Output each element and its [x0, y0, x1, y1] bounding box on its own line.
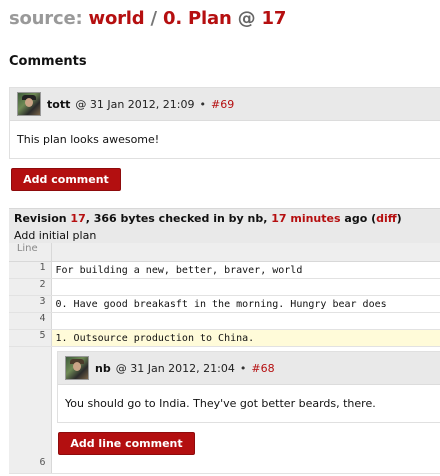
revision-bytes: , 366 bytes checked in by nb, — [85, 212, 268, 225]
revision-at: @ — [237, 8, 256, 29]
comments-heading: Comments — [9, 54, 87, 69]
page-title: source: world / 0. Plan @ 17 — [9, 8, 286, 29]
revision-info: Revision 17, 366 bytes checked in by nb,… — [9, 208, 440, 243]
bullet-separator: • — [239, 361, 247, 375]
code-header-row: Line — [9, 243, 440, 262]
line-number[interactable]: 4 — [9, 312, 52, 330]
file-link[interactable]: 0. Plan — [163, 8, 232, 29]
diff-link[interactable]: diff — [376, 212, 397, 225]
path-separator: / — [150, 8, 158, 29]
code-line: 4 — [9, 312, 440, 330]
avatar — [65, 356, 89, 380]
comment-author[interactable]: tott — [47, 98, 70, 111]
line-number[interactable]: 6 — [9, 456, 52, 474]
code-line: 2 — [9, 278, 440, 296]
comment-header: nb @ 31 Jan 2012, 21:04 • #68 — [58, 352, 440, 385]
revision-prefix: Revision — [14, 212, 67, 225]
code-text — [51, 456, 440, 474]
revision-age-suffix: ago ( — [344, 212, 377, 225]
source-label: source: — [9, 8, 83, 29]
comment-date: @ 31 Jan 2012, 21:09 — [75, 97, 195, 111]
code-text: 0. Have good breakasft in the morning. H… — [51, 295, 440, 313]
code-line: 6 — [9, 456, 440, 474]
comment-author[interactable]: nb — [95, 362, 111, 375]
comment-date: @ 31 Jan 2012, 21:04 — [115, 361, 235, 375]
revision-number-link[interactable]: 17 — [70, 212, 85, 225]
code-line-highlighted: 5 1. Outsource production to China. — [9, 329, 440, 347]
add-comment-button[interactable]: Add comment — [11, 168, 121, 191]
comment-header: tott @ 31 Jan 2012, 21:09 • #69 — [10, 88, 440, 121]
add-line-comment-button[interactable]: Add line comment — [58, 432, 195, 455]
project-link[interactable]: world — [89, 8, 145, 29]
line-number[interactable]: 2 — [9, 278, 52, 296]
comment-body: This plan looks awesome! — [17, 133, 160, 146]
line-number[interactable]: 5 — [9, 329, 52, 347]
code-text — [51, 312, 440, 330]
avatar — [17, 92, 41, 116]
line-comment: nb @ 31 Jan 2012, 21:04 • #68 You should… — [57, 351, 440, 423]
code-line: 3 0. Have good breakasft in the morning.… — [9, 295, 440, 313]
comment-permalink[interactable]: #69 — [211, 98, 234, 111]
revision-link[interactable]: 17 — [262, 8, 287, 29]
line-column-header: Line — [9, 243, 52, 262]
revision-age-link[interactable]: 17 minutes — [271, 212, 340, 225]
comment: tott @ 31 Jan 2012, 21:09 • #69 This pla… — [9, 87, 440, 159]
bullet-separator: • — [199, 97, 206, 111]
commit-message: Add initial plan — [14, 229, 97, 242]
line-number[interactable]: 1 — [9, 261, 52, 279]
code-text — [51, 278, 440, 296]
comment-body: You should go to India. They've got bett… — [65, 397, 376, 410]
revision-summary: Revision 17, 366 bytes checked in by nb,… — [14, 212, 402, 225]
code-text: 1. Outsource production to China. — [51, 329, 440, 347]
line-number[interactable]: 3 — [9, 295, 52, 313]
code-line: 1 For building a new, better, braver, wo… — [9, 261, 440, 279]
code-text: For building a new, better, braver, worl… — [51, 261, 440, 279]
diff-close: ) — [396, 212, 402, 225]
comment-permalink[interactable]: #68 — [251, 362, 274, 375]
